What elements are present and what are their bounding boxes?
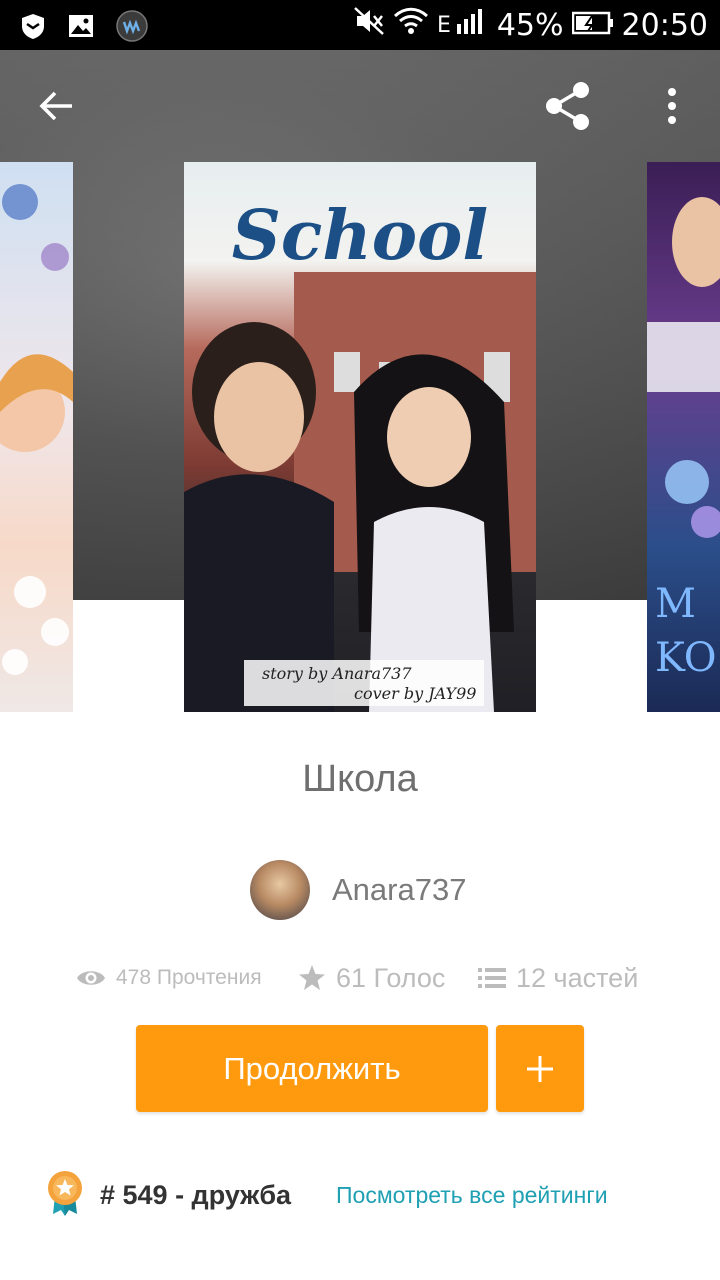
parts-count: 12 частей [516, 962, 639, 993]
reads-count: 478 Прочтения [116, 966, 262, 989]
cover-credits: story by Anara737 cover by JAY99 [244, 660, 484, 706]
cover-title: School [231, 196, 489, 276]
cover-artist-credit: cover by JAY99 [354, 684, 477, 703]
share-button[interactable] [540, 78, 596, 134]
image-icon [68, 14, 94, 43]
author-row[interactable]: Anara737 [250, 860, 466, 920]
ranking-badge-icon [48, 1171, 82, 1216]
story-title: Школа [302, 758, 418, 800]
back-arrow-icon [39, 91, 72, 121]
plus-icon [527, 1055, 553, 1082]
cover-current[interactable]: School story by Anara737 cover by JAY99 [184, 162, 536, 712]
avatar[interactable] [250, 860, 310, 920]
flowers-art [0, 184, 73, 675]
star-icon [299, 965, 325, 990]
next-cover-title: M KO [655, 581, 717, 681]
votes-count: 61 Голос [336, 962, 446, 993]
continue-reading-button[interactable]: Продолжить [136, 1025, 488, 1112]
cover-previous[interactable] [0, 162, 73, 712]
app-icon [116, 10, 148, 47]
reads-stat: 478 Прочтения [76, 958, 262, 998]
notification-icons [20, 10, 148, 47]
clock: 20:50 [621, 7, 708, 43]
signal-icon: E [437, 6, 489, 44]
view-all-rankings-link[interactable]: Посмотреть все рейтинги [336, 1182, 608, 1209]
shield-icon [20, 12, 46, 45]
top-bar [0, 50, 720, 162]
back-button[interactable] [30, 80, 82, 132]
share-icon [546, 82, 589, 130]
more-options-button[interactable] [650, 80, 694, 132]
parts-stat: 12 частей [478, 958, 638, 998]
cover-story-credit: story by Anara737 [262, 664, 412, 683]
battery-icon [571, 8, 614, 43]
battery-percent: 45% [496, 7, 564, 43]
system-icons: E 45% 20:50 [353, 6, 708, 44]
svg-text:E: E [437, 13, 451, 36]
status-bar: E 45% 20:50 [0, 0, 720, 50]
list-icon [478, 968, 506, 988]
ranking-row: # 549 - дружба Посмотреть все рейтинги [45, 1170, 685, 1220]
more-vertical-icon [668, 88, 676, 124]
votes-stat: 61 Голос [298, 958, 445, 998]
cover-next[interactable]: M KO [647, 162, 720, 712]
author-name[interactable]: Anara737 [332, 872, 466, 908]
wifi-icon [393, 7, 429, 43]
ranking-text: # 549 - дружба [100, 1180, 292, 1210]
add-to-library-button[interactable] [496, 1025, 584, 1112]
eye-icon [77, 971, 105, 985]
mute-icon [353, 6, 385, 44]
continue-label: Продолжить [223, 1050, 401, 1086]
